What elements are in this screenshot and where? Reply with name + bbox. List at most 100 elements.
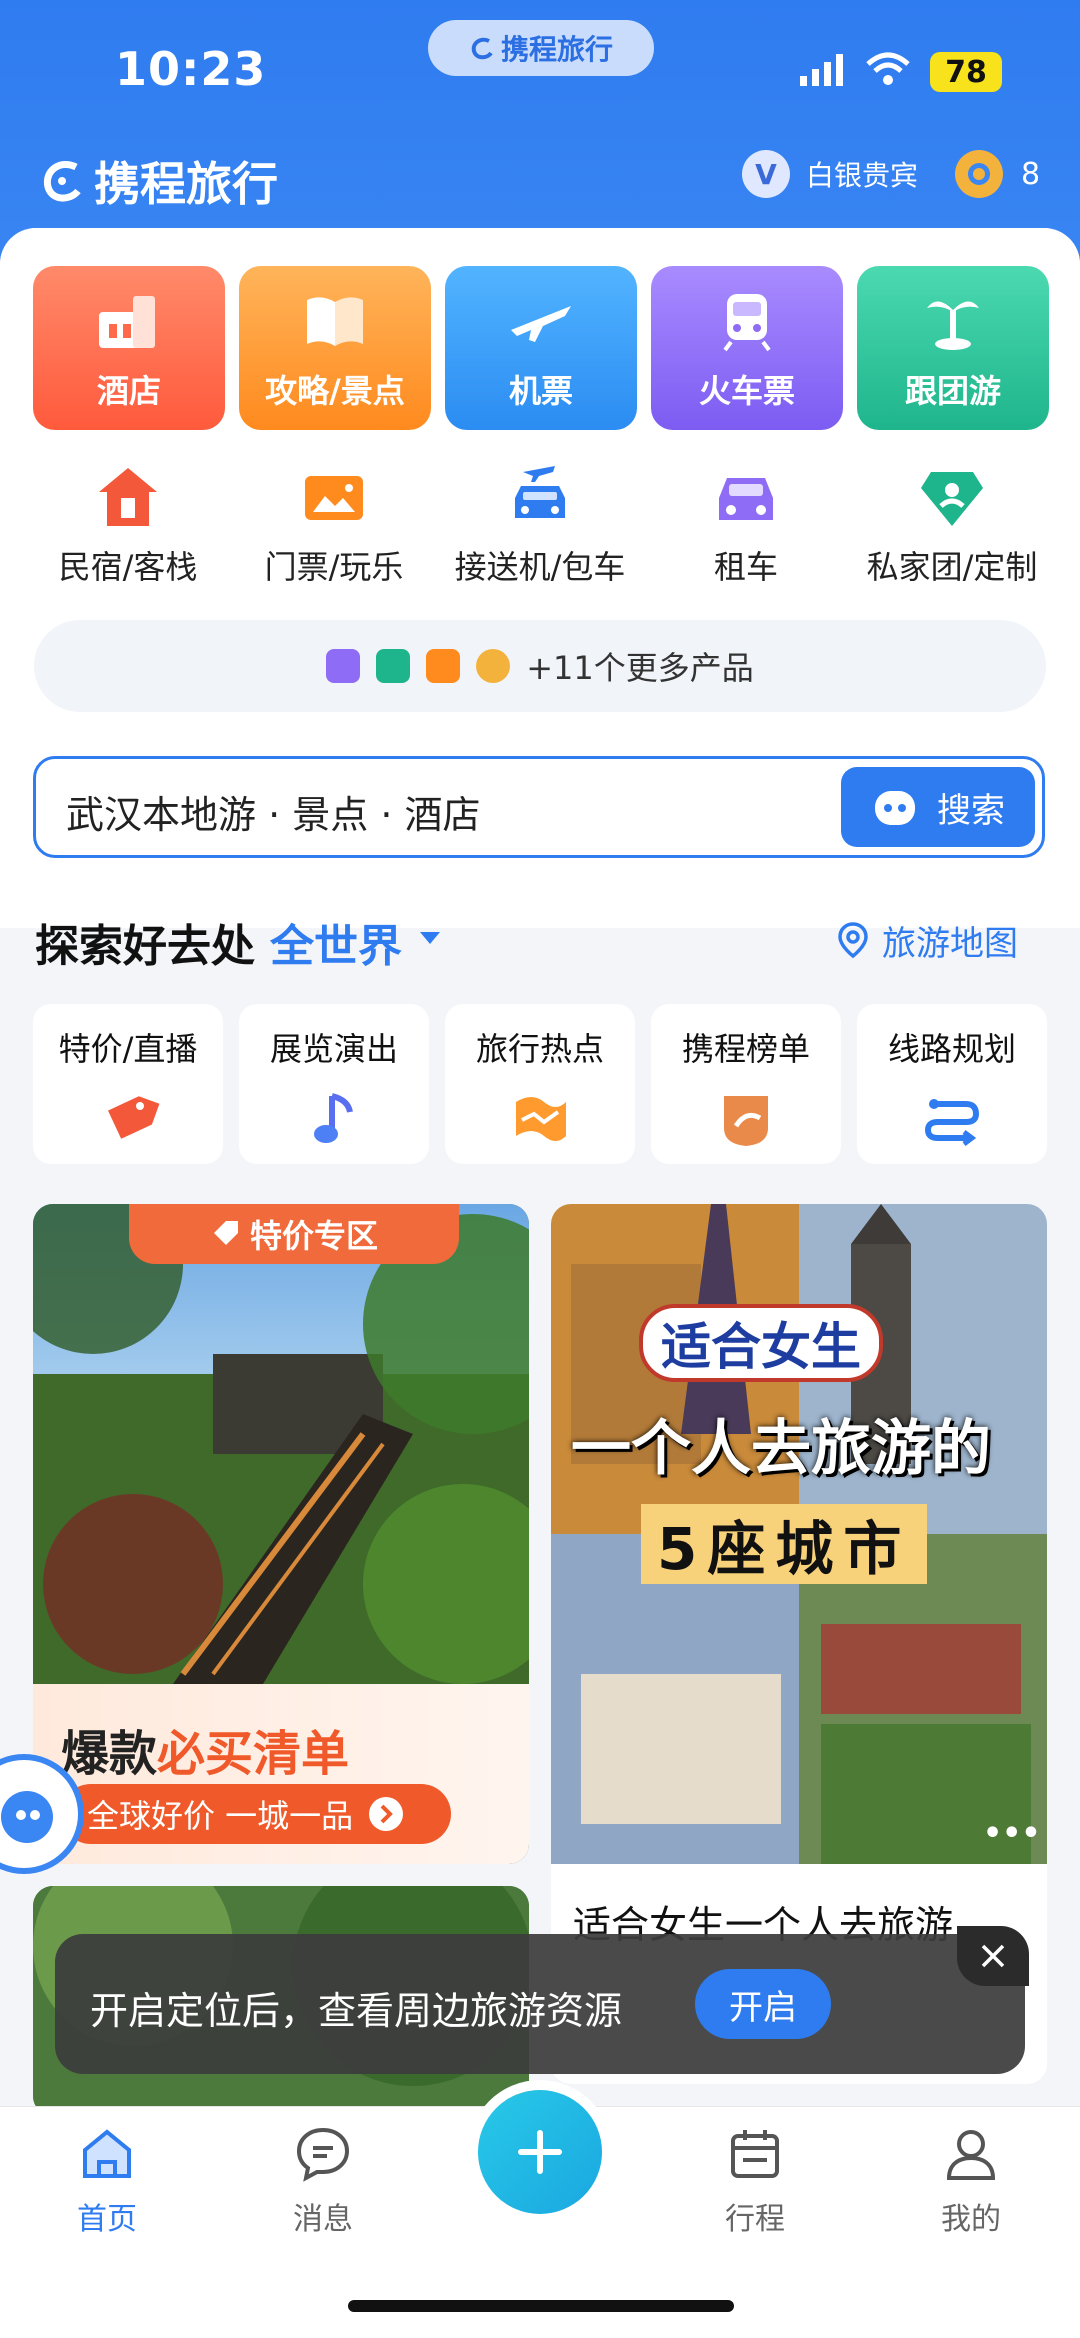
palm-tree-icon <box>927 301 979 350</box>
enable-location-button[interactable]: 开启 <box>695 1969 831 2039</box>
category-shows-label: 展览演出 <box>269 1030 398 1068</box>
search-input[interactable]: 武汉本地游 · 景点 · 酒店 <box>66 784 480 839</box>
message-icon <box>296 2127 350 2182</box>
deals-subtitle: 全球好价 一城一品 <box>87 1797 354 1835</box>
deals-title-part1: 爆款 <box>61 1726 158 1782</box>
guide-tile[interactable]: 攻略/景点 <box>239 266 431 430</box>
app-logo[interactable]: 携程旅行 <box>38 148 278 214</box>
tab-messages[interactable]: 消息 <box>258 2124 388 2238</box>
map-pin-icon <box>838 921 868 958</box>
deals-title: 爆款必买清单 <box>61 1714 349 1784</box>
search-button-label: 搜索 <box>937 790 1005 831</box>
home-indicator <box>348 2300 734 2312</box>
deals-title-part2: 必买清单 <box>157 1726 350 1782</box>
more-products-bar[interactable]: +11个更多产品 <box>34 620 1046 712</box>
guide-label: 攻略/景点 <box>265 372 405 410</box>
homestay-entry[interactable]: 民宿/客栈 <box>28 462 228 588</box>
category-hot-label: 旅行热点 <box>475 1030 604 1068</box>
tab-itinerary-label: 行程 <box>725 2202 785 2237</box>
overlay-headline: 一个人去旅游的 <box>571 1414 991 1484</box>
car-icon <box>719 478 773 520</box>
robot-icon <box>875 791 915 825</box>
more-products-label: +11个更多产品 <box>526 649 754 687</box>
ctrip-logo-icon <box>471 37 493 60</box>
close-icon <box>981 1944 1005 1968</box>
chevron-down-icon[interactable] <box>420 932 440 944</box>
train-label: 火车票 <box>698 372 795 410</box>
train-icon <box>723 294 771 352</box>
car-plane-icon <box>515 466 565 518</box>
add-button[interactable] <box>478 2090 602 2214</box>
car-rental-entry[interactable]: 租车 <box>646 462 846 588</box>
tab-profile[interactable]: 我的 <box>906 2124 1036 2238</box>
assistant-robot-icon <box>1 1791 53 1843</box>
airplane-icon <box>511 306 571 342</box>
coins-count: 8 <box>1021 156 1041 192</box>
hotel-label: 酒店 <box>96 372 161 410</box>
tab-profile-label: 我的 <box>941 2202 1001 2237</box>
flight-tile[interactable]: 机票 <box>445 266 637 430</box>
tour-tile[interactable]: 跟团游 <box>857 266 1049 430</box>
price-tag-icon <box>108 1096 160 1139</box>
bag-mini-icon <box>426 649 461 683</box>
route-icon <box>924 1099 980 1146</box>
close-toast-button[interactable] <box>957 1926 1029 1986</box>
region-selector[interactable]: 全世界 <box>270 910 402 974</box>
ctrip-dolphin-icon <box>43 161 81 202</box>
coin-icon <box>955 150 1003 198</box>
category-rankings-label: 携程榜单 <box>681 1030 810 1068</box>
tag-icon <box>213 1221 238 1245</box>
deals-tag-label: 特价专区 <box>249 1217 378 1255</box>
calendar-icon <box>731 2130 779 2178</box>
wifi-icon <box>866 52 910 85</box>
resort-photo <box>33 1204 529 1684</box>
plus-icon <box>518 2130 562 2174</box>
category-routes-label: 线路规划 <box>887 1030 1016 1068</box>
search-button[interactable]: 搜索 <box>841 767 1035 847</box>
overlay-count: 5座城市 <box>641 1504 928 1584</box>
member-badge-icon: V <box>742 150 790 198</box>
category-routes[interactable]: 线路规划 <box>857 1004 1047 1164</box>
category-deals-label: 特价/直播 <box>58 1030 198 1068</box>
deals-tag: 特价专区 <box>129 1204 459 1264</box>
train-tile[interactable]: 火车票 <box>651 266 843 430</box>
location-toast-text: 开启定位后，查看周边旅游资源 <box>90 1989 623 2033</box>
explore-title: 探索好去处 <box>35 921 255 972</box>
travel-map-link[interactable]: 旅游地图 <box>832 916 1018 965</box>
tab-itinerary[interactable]: 行程 <box>690 2124 820 2238</box>
money-bag-mini-icon <box>476 649 511 683</box>
car-rental-label: 租车 <box>713 548 778 586</box>
private-tour-label: 私家团/定制 <box>866 548 1038 586</box>
travel-map-label: 旅游地图 <box>882 924 1018 964</box>
tab-home-label: 首页 <box>77 2202 137 2237</box>
location-toast: 开启定位后，查看周边旅游资源 开启 <box>55 1926 1029 2074</box>
house-icon <box>99 468 157 526</box>
hotel-icon <box>99 296 155 348</box>
category-rankings[interactable]: 携程榜单 <box>651 1004 841 1164</box>
ticket-entry[interactable]: 门票/玩乐 <box>234 462 434 588</box>
category-shows[interactable]: 展览演出 <box>239 1004 429 1164</box>
deals-subtitle-button[interactable]: 全球好价 一城一品 <box>61 1784 451 1844</box>
logo-text: 携程旅行 <box>94 157 278 211</box>
user-icon <box>946 2130 996 2180</box>
status-time: 10:23 <box>115 42 267 96</box>
flight-label: 机票 <box>508 372 573 410</box>
hotel-tile[interactable]: 酒店 <box>33 266 225 430</box>
tab-messages-label: 消息 <box>293 2202 353 2237</box>
app-pill: 携程旅行 <box>428 20 654 76</box>
music-note-icon <box>314 1093 353 1143</box>
private-tour-entry[interactable]: 私家团/定制 <box>852 462 1052 588</box>
deals-card[interactable]: 特价专区 爆款必买清单 全球好价 一城一品 <box>33 1204 529 1864</box>
more-dots-icon[interactable]: ••• <box>983 1816 1041 1851</box>
overlay-badge: 适合女生 <box>639 1304 883 1382</box>
diamond-icon <box>921 472 983 526</box>
member-level[interactable]: V 白银贵宾 <box>742 150 918 198</box>
category-hot[interactable]: 旅行热点 <box>445 1004 635 1164</box>
category-deals[interactable]: 特价/直播 <box>33 1004 223 1164</box>
coins-entry[interactable]: 8 <box>955 150 1040 198</box>
signal-icon <box>800 54 843 86</box>
tab-home[interactable]: 首页 <box>42 2124 172 2238</box>
transfer-entry[interactable]: 接送机/包车 <box>440 462 640 588</box>
ticket-icon <box>305 476 363 520</box>
tour-label: 跟团游 <box>904 372 1001 410</box>
